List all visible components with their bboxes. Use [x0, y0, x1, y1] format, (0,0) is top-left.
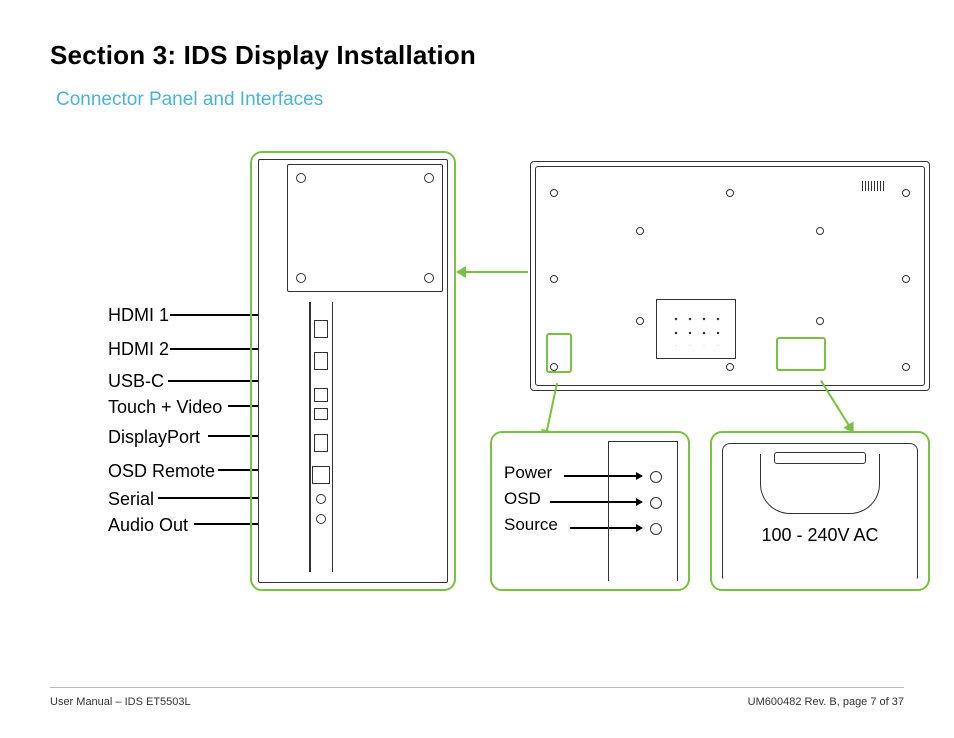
label-audioout: Audio Out	[108, 513, 222, 537]
connector-panel-closeup	[250, 151, 456, 591]
connector-labels: HDMI 1 HDMI 2 USB-C Touch + Video Displa…	[108, 303, 222, 537]
callout-arrow	[464, 271, 528, 273]
label-source-btn: Source	[504, 515, 558, 541]
section-subheading: Connector Panel and Interfaces	[56, 89, 904, 111]
footer-right: UM600482 Rev. B, page 7 of 37	[748, 696, 904, 708]
label-osdremote: OSD Remote	[108, 459, 222, 483]
label-power-rating: 100 - 240V AC	[712, 525, 928, 546]
page-footer: User Manual – IDS ET5503L UM600482 Rev. …	[50, 687, 904, 708]
label-displayport: DisplayPort	[108, 425, 222, 449]
footer-left: User Manual – IDS ET5503L	[50, 696, 191, 708]
label-power-btn: Power	[504, 463, 558, 489]
label-touchvideo: Touch + Video	[108, 395, 222, 419]
display-rear-view	[530, 161, 930, 391]
label-serial: Serial	[108, 487, 222, 511]
osd-button-panel: Power OSD Source	[490, 431, 690, 591]
section-heading: Section 3: IDS Display Installation	[50, 40, 904, 71]
power-inlet-panel: 100 - 240V AC	[710, 431, 930, 591]
diagram-area: HDMI 1 HDMI 2 USB-C Touch + Video Displa…	[50, 151, 904, 631]
